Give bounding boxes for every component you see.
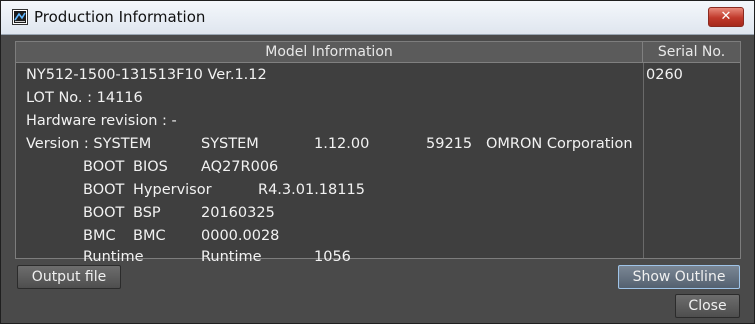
- model-information-header: Model Information: [16, 42, 643, 63]
- version-label: Version : SYSTEM: [26, 136, 152, 152]
- row-bmc-c: 0000.0028: [201, 228, 280, 244]
- row-runtime-b: Runtime: [201, 249, 262, 265]
- row-boot-bios-b: BIOS: [133, 159, 168, 175]
- production-info-icon: [12, 9, 28, 25]
- window-title: Production Information: [34, 8, 206, 26]
- model-line: NY512-1500-131513F10 Ver.1.12: [26, 67, 267, 83]
- production-info-table: Model Information Serial No. NY512-1500-…: [15, 41, 741, 265]
- row-boot-bsp-b: BSP: [133, 205, 161, 221]
- hardware-revision: Hardware revision : -: [26, 113, 177, 129]
- close-button[interactable]: Close: [675, 294, 740, 318]
- row-boot-hypervisor-c: R4.3.01.18115: [258, 182, 365, 198]
- row-boot-bsp-c: 20160325: [201, 205, 275, 221]
- close-icon[interactable]: ✕: [708, 7, 744, 27]
- row-bmc-a: BMC: [83, 228, 116, 244]
- row-runtime-a: Runtime: [83, 249, 144, 265]
- row-boot-hypervisor-a: BOOT: [83, 182, 125, 198]
- version-name: SYSTEM: [201, 136, 259, 152]
- serial-number-value: 0260: [646, 67, 683, 83]
- serial-number-header: Serial No.: [643, 42, 740, 63]
- column-divider: [643, 63, 644, 258]
- row-boot-bios-c: AQ27R006: [201, 159, 279, 175]
- title-bar[interactable]: Production Information ✕: [1, 1, 754, 35]
- version-vendor: OMRON Corporation: [486, 136, 633, 152]
- row-boot-hypervisor-b: Hypervisor: [133, 182, 212, 198]
- production-information-dialog: Production Information ✕ Model Informati…: [0, 0, 755, 324]
- row-bmc-b: BMC: [133, 228, 166, 244]
- version-build: 59215: [426, 136, 473, 152]
- show-outline-button[interactable]: Show Outline: [618, 265, 740, 289]
- row-boot-bios-a: BOOT: [83, 159, 125, 175]
- version-number: 1.12.00: [314, 136, 370, 152]
- row-boot-bsp-a: BOOT: [83, 205, 125, 221]
- row-runtime-c: 1056: [314, 249, 351, 265]
- lot-number: LOT No. : 14116: [26, 90, 143, 106]
- output-file-button[interactable]: Output file: [17, 265, 121, 289]
